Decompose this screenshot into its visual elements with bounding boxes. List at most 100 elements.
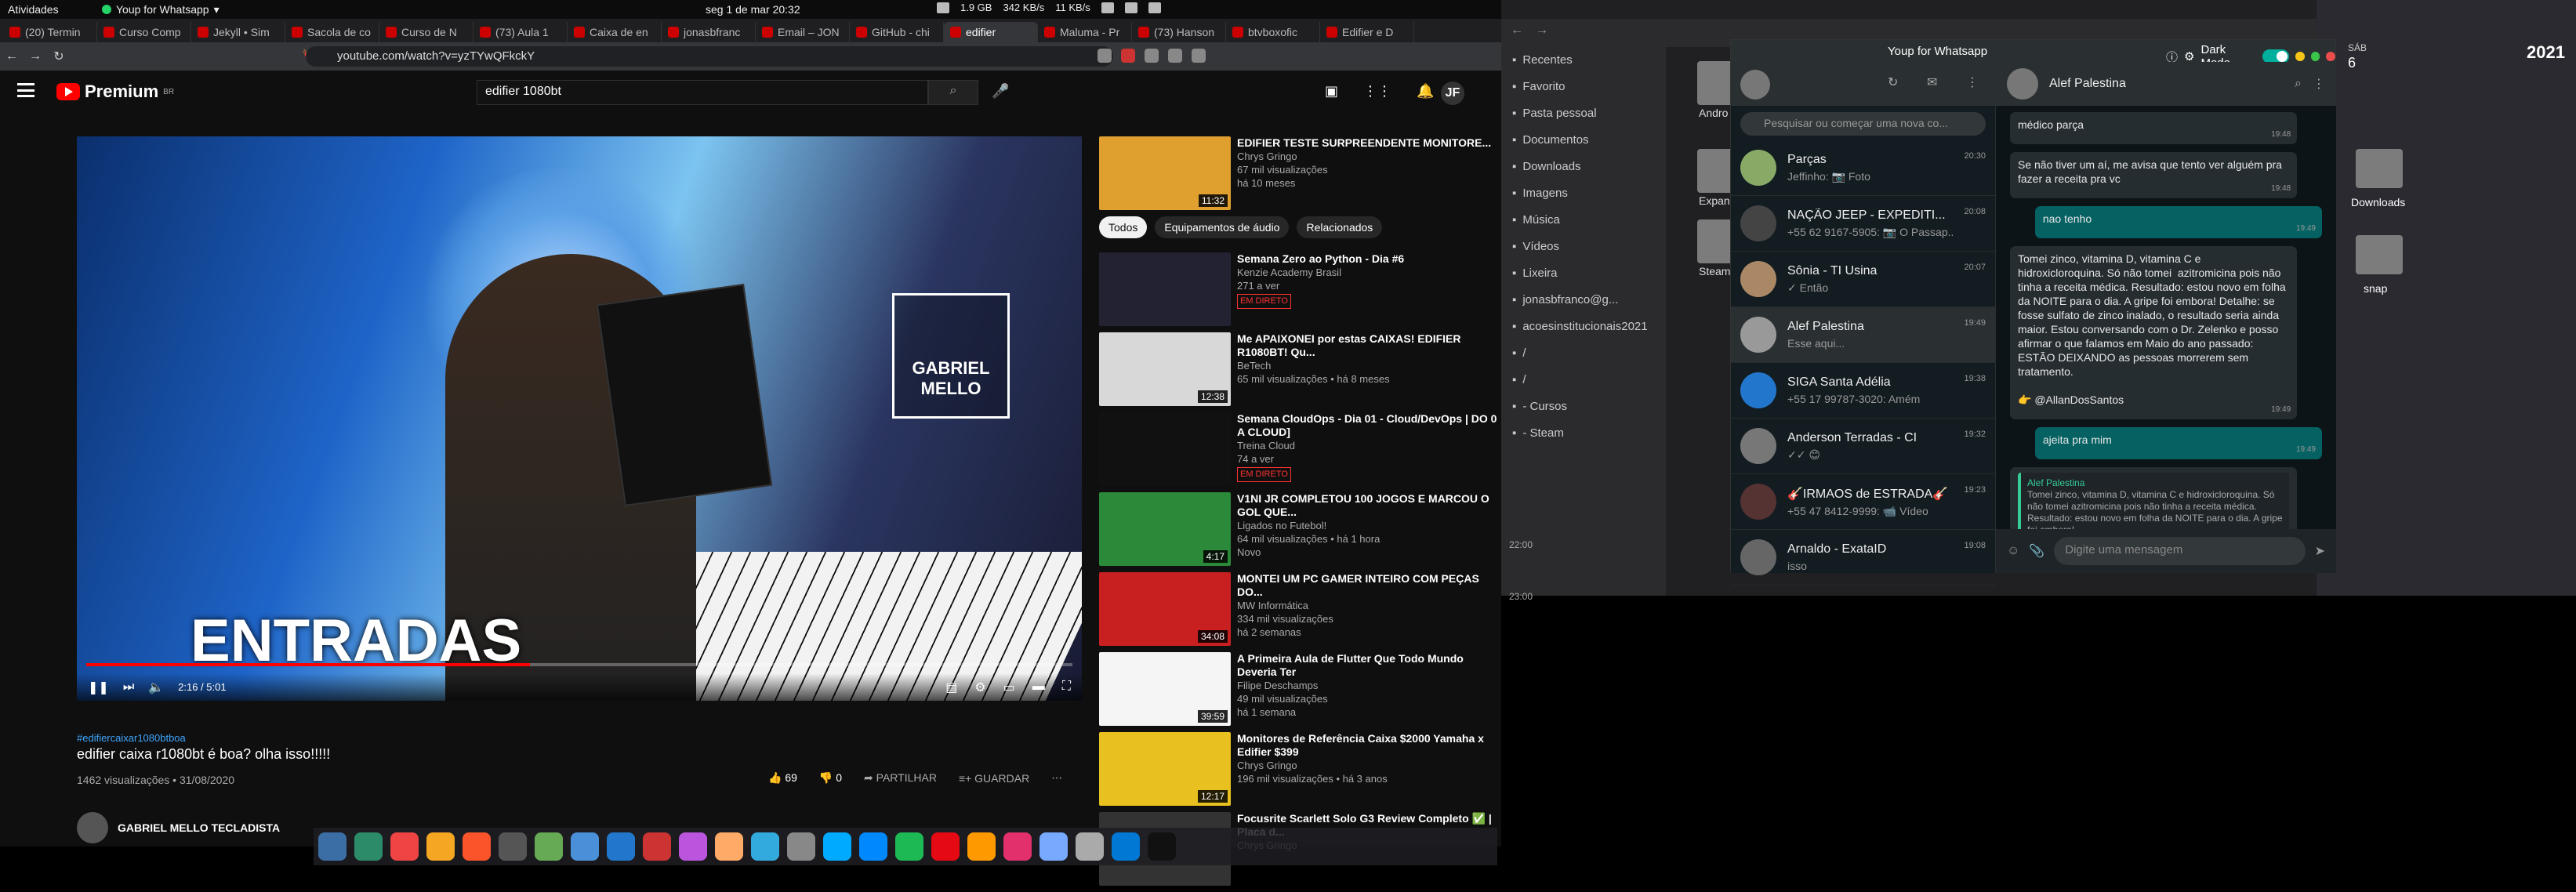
filter-chip[interactable]: Relacionados <box>1297 216 1383 238</box>
share-button[interactable]: ➦ PARTILHAR <box>864 771 937 785</box>
sidebar-item[interactable]: ▪ - Cursos <box>1501 393 1666 420</box>
power-icon[interactable] <box>1148 2 1161 13</box>
browser-tab[interactable]: (20) Termin <box>3 22 97 42</box>
browser-tab[interactable]: Curso de N <box>379 22 473 42</box>
search-button[interactable]: ⌕ <box>928 80 978 105</box>
video-thumbnail[interactable]: 39:59 <box>1099 652 1231 726</box>
extension-icon[interactable] <box>1145 49 1159 63</box>
sidebar-item[interactable]: ▪ / <box>1501 367 1666 393</box>
miniplayer-icon[interactable]: ▭ <box>1003 680 1015 695</box>
sidebar-item[interactable]: ▪ Pasta pessoal <box>1501 100 1666 127</box>
dock-app-icon[interactable] <box>751 832 779 861</box>
dock-app-icon[interactable] <box>463 832 491 861</box>
dock-app-icon[interactable] <box>931 832 960 861</box>
dock-app-icon[interactable] <box>535 832 563 861</box>
next-icon[interactable]: ⏭ <box>123 680 134 694</box>
hamburger-menu-icon[interactable] <box>17 83 34 97</box>
sidebar-item[interactable]: ▪ Documentos <box>1501 127 1666 154</box>
filter-chip[interactable]: Todos <box>1099 216 1148 238</box>
pause-icon[interactable]: ❚❚ <box>88 680 109 695</box>
dock-app-icon[interactable] <box>679 832 707 861</box>
emoji-icon[interactable]: ☺ <box>2007 544 2019 558</box>
recommended-video[interactable]: Semana Zero ao Python - Dia #6 Kenzie Aca… <box>1099 252 1499 326</box>
browser-tab[interactable]: Email – JON <box>756 22 850 42</box>
recommended-video[interactable]: 39:59 A Primeira Aula de Flutter Que Todo… <box>1099 652 1499 726</box>
recommended-video[interactable]: 11:32 EDIFIER TESTE SURPREENDENTE MONITOR… <box>1099 136 1499 210</box>
recommended-video[interactable]: 34:08 MONTEI UM PC GAMER INTEIRO COM PEÇA… <box>1099 572 1499 646</box>
close-icon[interactable] <box>2326 52 2335 61</box>
account-avatar[interactable]: JF <box>1441 82 1464 105</box>
browser-tab[interactable]: Maluma - Pr <box>1038 22 1132 42</box>
browser-tab[interactable]: (73) Hanson <box>1132 22 1226 42</box>
dock-app-icon[interactable] <box>571 832 599 861</box>
app-menu[interactable]: Youp for Whatsapp ▾ <box>102 3 220 16</box>
browser-tab[interactable]: Jekyll • Sim <box>191 22 285 42</box>
forward-icon[interactable]: → <box>24 49 47 63</box>
dock-app-icon[interactable] <box>823 832 851 861</box>
dock-app-icon[interactable] <box>859 832 887 861</box>
extension-icon[interactable] <box>1098 49 1112 63</box>
chat-item[interactable]: Parças Jeffinho: 📷 Foto 20:30 <box>1731 140 1995 196</box>
create-video-icon[interactable]: ▣ <box>1325 83 1338 100</box>
browser-tab[interactable]: jonasbfranc <box>662 22 756 42</box>
dock-app-icon[interactable] <box>967 832 996 861</box>
dock-app-icon[interactable] <box>1003 832 1032 861</box>
dock-app-icon[interactable] <box>354 832 383 861</box>
browser-tab[interactable]: GitHub - chi <box>850 22 944 42</box>
chat-item[interactable]: NAÇÃO JEEP - EXPEDITI... +55 62 9167-5905… <box>1731 196 1995 252</box>
dock-app-icon[interactable] <box>499 832 527 861</box>
dock-app-icon[interactable] <box>787 832 815 861</box>
browser-tab[interactable]: (73) Aula 1 <box>473 22 568 42</box>
chat-item[interactable]: SIGA Santa Adélia +55 17 99787-3020: Amém… <box>1731 363 1995 419</box>
sidebar-item[interactable]: ▪ Lixeira <box>1501 260 1666 287</box>
extension-icon[interactable] <box>1121 49 1135 63</box>
forward-icon[interactable]: → <box>1536 24 1548 38</box>
sidebar-item[interactable]: ▪ acoesinstitucionais2021 <box>1501 314 1666 340</box>
recommended-video[interactable]: 12:38 Me APAIXONEI por estas CAIXAS! EDIF… <box>1099 332 1499 406</box>
dock-app-icon[interactable] <box>715 832 743 861</box>
message-input[interactable]: Digite uma mensagem <box>2054 537 2306 565</box>
browser-tab[interactable]: Curso Comp <box>97 22 191 42</box>
attach-icon[interactable]: 📎 <box>2029 543 2044 559</box>
recommended-video[interactable]: Semana CloudOps - Dia 01 - Cloud/DevOps … <box>1099 412 1499 486</box>
browser-tab[interactable]: btvboxofic <box>1226 22 1320 42</box>
sidebar-item[interactable]: ▪ Vídeos <box>1501 234 1666 260</box>
dock-app-icon[interactable] <box>643 832 671 861</box>
dock-app-icon[interactable] <box>1076 832 1104 861</box>
fullscreen-icon[interactable]: ⛶ <box>1062 680 1071 695</box>
send-icon[interactable]: ➤ <box>2315 543 2325 559</box>
maximize-icon[interactable] <box>2310 52 2320 61</box>
search-icon[interactable]: ⌕ <box>2295 77 2302 91</box>
video-thumbnail[interactable]: 12:17 <box>1099 732 1231 806</box>
video-hashtag[interactable]: #edifiercaixar1080btboa <box>77 732 186 744</box>
address-bar[interactable]: youtube.com/watch?v=yzTYwQFkckY <box>306 46 1113 67</box>
contact-avatar[interactable] <box>2007 68 2038 100</box>
microphone-icon[interactable]: 🎤 <box>992 83 1009 100</box>
clock[interactable]: seg 1 de mar 20:32 <box>706 3 800 16</box>
extension-icon[interactable] <box>1168 49 1182 63</box>
volume-icon[interactable]: 🔈 <box>148 680 164 695</box>
channel-row[interactable]: GABRIEL MELLO TECLADISTA <box>77 812 280 843</box>
volume-icon[interactable] <box>1124 2 1137 13</box>
search-input[interactable]: edifier 1080bt <box>477 80 928 105</box>
video-thumbnail[interactable]: 12:38 <box>1099 332 1231 406</box>
new-chat-icon[interactable]: ✉ <box>1927 74 1937 90</box>
sidebar-item[interactable]: ▪ Imagens <box>1501 180 1666 207</box>
folder-icon[interactable] <box>2356 235 2403 274</box>
youtube-logo[interactable]: Premium BR <box>56 82 174 102</box>
progress-bar[interactable] <box>86 663 1072 666</box>
save-button[interactable]: ≡+ GUARDAR <box>959 772 1029 785</box>
settings-gear-icon[interactable]: ⚙ <box>974 680 985 695</box>
browser-tab[interactable]: Caixa de en <box>568 22 662 42</box>
back-icon[interactable]: ← <box>1511 24 1523 38</box>
recommended-video[interactable]: 4:17 V1NI JR COMPLETOU 100 JOGOS E MARCOU… <box>1099 492 1499 566</box>
reload-icon[interactable]: ↻ <box>47 49 71 64</box>
minimize-icon[interactable] <box>2295 52 2305 61</box>
contact-name[interactable]: Alef Palestina <box>2049 77 2126 91</box>
apps-grid-icon[interactable]: ⋮⋮ <box>1363 83 1391 100</box>
dislike-button[interactable]: 👎 0 <box>819 771 842 785</box>
network-icon[interactable] <box>1101 2 1114 13</box>
dock-app-icon[interactable] <box>1148 832 1176 861</box>
quoted-message[interactable]: Alef Palestina Tomei zinco, vitamina D, v… <box>2018 473 2290 529</box>
sidebar-item[interactable]: ▪ Downloads <box>1501 154 1666 180</box>
